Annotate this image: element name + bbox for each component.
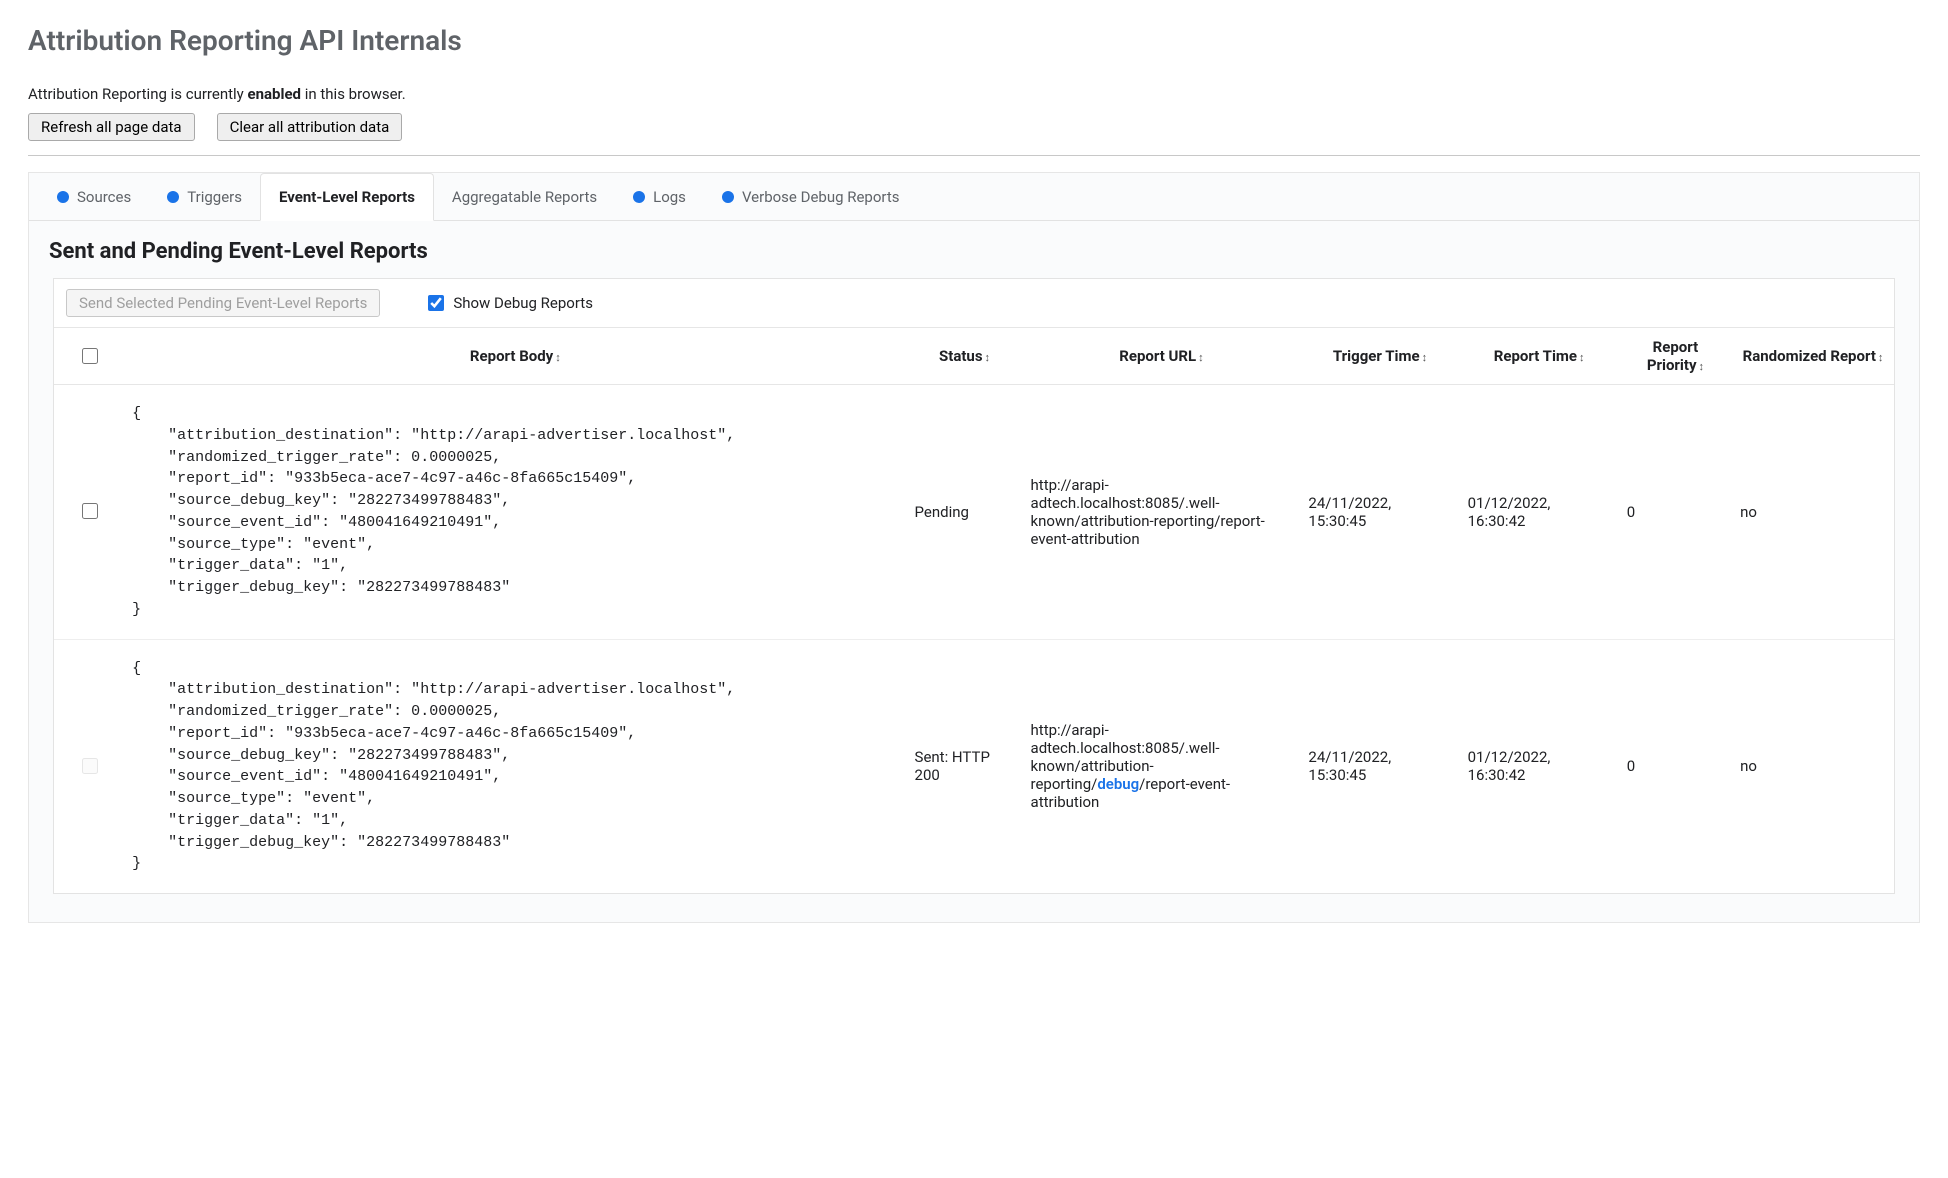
show-debug-label: Show Debug Reports xyxy=(453,294,593,312)
tab-label: Sources xyxy=(77,188,131,206)
cell-priority: 0 xyxy=(1619,385,1732,640)
sort-icon: ↕ xyxy=(985,351,991,364)
sort-icon: ↕ xyxy=(1699,360,1705,373)
page-title: Attribution Reporting API Internals xyxy=(28,24,1920,57)
tab-label: Logs xyxy=(653,188,686,206)
row-select-checkbox[interactable] xyxy=(82,758,98,774)
col-label: Report Time xyxy=(1494,347,1577,365)
show-debug-toggle[interactable]: Show Debug Reports xyxy=(424,292,593,314)
sort-icon: ↕ xyxy=(555,351,561,364)
dot-icon xyxy=(167,191,179,203)
sort-icon: ↕ xyxy=(1422,351,1428,364)
url-em: debug xyxy=(1097,775,1139,793)
clear-button[interactable]: Clear all attribution data xyxy=(217,113,403,141)
column-header-report-time[interactable]: Report Time↕ xyxy=(1460,328,1619,385)
col-label: Report URL xyxy=(1119,347,1196,365)
controls-row: Send Selected Pending Event-Level Report… xyxy=(54,279,1894,328)
cell-report-time: 01/12/2022, 16:30:42 xyxy=(1460,639,1619,893)
dot-icon xyxy=(633,191,645,203)
col-label: Report Priority xyxy=(1647,338,1698,374)
col-label: Status xyxy=(939,347,983,365)
cell-status: Sent: HTTP 200 xyxy=(907,639,1023,893)
cell-url: http://arapi-adtech.localhost:8085/.well… xyxy=(1023,639,1301,893)
reports-table: Report Body↕ Status↕ Report URL↕ Trigger… xyxy=(54,328,1894,893)
tab-label: Event-Level Reports xyxy=(279,188,415,206)
cell-url: http://arapi-adtech.localhost:8085/.well… xyxy=(1023,385,1301,640)
reports-panel: Send Selected Pending Event-Level Report… xyxy=(53,278,1895,894)
cell-randomized: no xyxy=(1732,639,1894,893)
column-header-priority[interactable]: Report Priority↕ xyxy=(1619,328,1732,385)
tab-triggers[interactable]: Triggers xyxy=(149,174,260,220)
status-line: Attribution Reporting is currently enabl… xyxy=(28,85,1920,103)
sort-icon: ↕ xyxy=(1579,351,1585,364)
dot-icon xyxy=(57,191,69,203)
send-selected-button[interactable]: Send Selected Pending Event-Level Report… xyxy=(66,289,380,317)
divider xyxy=(28,155,1920,156)
cell-trigger-time: 24/11/2022, 15:30:45 xyxy=(1300,639,1459,893)
tab-aggregatable-reports[interactable]: Aggregatable Reports xyxy=(434,174,615,220)
tab-event-level-reports[interactable]: Event-Level Reports xyxy=(260,173,434,221)
tab-logs[interactable]: Logs xyxy=(615,174,704,220)
table-row: { "attribution_destination": "http://ara… xyxy=(54,639,1894,893)
cell-report-time: 01/12/2022, 16:30:42 xyxy=(1460,385,1619,640)
section-container: Sources Triggers Event-Level Reports Agg… xyxy=(28,172,1920,923)
cell-status: Pending xyxy=(907,385,1023,640)
column-header-select xyxy=(54,328,124,385)
report-body-json: { "attribution_destination": "http://ara… xyxy=(132,403,898,621)
column-header-randomized[interactable]: Randomized Report↕ xyxy=(1732,328,1894,385)
column-header-trigger-time[interactable]: Trigger Time↕ xyxy=(1300,328,1459,385)
row-select-checkbox[interactable] xyxy=(82,503,98,519)
tab-label: Triggers xyxy=(187,188,242,206)
dot-icon xyxy=(722,191,734,203)
select-all-checkbox[interactable] xyxy=(82,348,98,364)
report-body-json: { "attribution_destination": "http://ara… xyxy=(132,658,898,876)
tab-verbose-debug-reports[interactable]: Verbose Debug Reports xyxy=(704,174,918,220)
cell-randomized: no xyxy=(1732,385,1894,640)
status-suffix: in this browser. xyxy=(301,85,406,103)
tab-label: Aggregatable Reports xyxy=(452,188,597,206)
column-header-body[interactable]: Report Body↕ xyxy=(124,328,906,385)
tab-bar: Sources Triggers Event-Level Reports Agg… xyxy=(29,173,1919,221)
tab-label: Verbose Debug Reports xyxy=(742,188,900,206)
col-label: Randomized Report xyxy=(1743,347,1876,365)
tab-sources[interactable]: Sources xyxy=(39,174,149,220)
sort-icon: ↕ xyxy=(1198,351,1204,364)
column-header-url[interactable]: Report URL↕ xyxy=(1023,328,1301,385)
status-prefix: Attribution Reporting is currently xyxy=(28,85,248,103)
cell-priority: 0 xyxy=(1619,639,1732,893)
col-label: Trigger Time xyxy=(1333,347,1420,365)
show-debug-checkbox[interactable] xyxy=(428,295,444,311)
column-header-status[interactable]: Status↕ xyxy=(907,328,1023,385)
table-row: { "attribution_destination": "http://ara… xyxy=(54,385,1894,640)
sort-icon: ↕ xyxy=(1878,351,1884,364)
status-value: enabled xyxy=(248,85,302,103)
cell-trigger-time: 24/11/2022, 15:30:45 xyxy=(1300,385,1459,640)
url-pre: http://arapi-adtech.localhost:8085/.well… xyxy=(1031,476,1265,548)
col-label: Report Body xyxy=(470,347,553,365)
section-title: Sent and Pending Event-Level Reports xyxy=(29,221,1919,278)
refresh-button[interactable]: Refresh all page data xyxy=(28,113,195,141)
